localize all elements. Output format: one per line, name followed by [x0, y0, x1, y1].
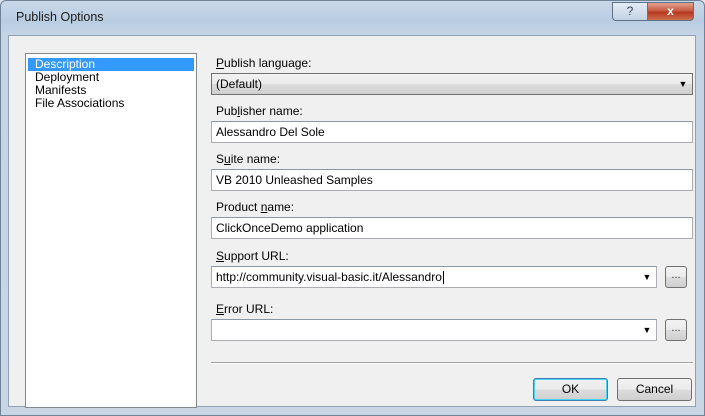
- suite-name-input[interactable]: VB 2010 Unleashed Samples: [211, 169, 693, 191]
- publish-language-label: Publish language:: [216, 56, 312, 70]
- publish-language-value: (Default): [216, 77, 263, 91]
- close-button[interactable]: x: [647, 2, 694, 21]
- product-name-label: Product name:: [216, 200, 295, 214]
- support-url-browse-button[interactable]: ...: [665, 266, 687, 288]
- publish-language-select[interactable]: (Default) ▼: [211, 73, 693, 95]
- support-url-value: http://community.visual-basic.it/Alessan…: [216, 270, 442, 284]
- product-name-input[interactable]: ClickOnceDemo application: [211, 217, 693, 239]
- error-url-label: Error URL:: [216, 302, 274, 316]
- window-title: Publish Options: [16, 10, 104, 24]
- chevron-down-icon: ▼: [678, 79, 688, 89]
- separator: [211, 362, 693, 364]
- cancel-button[interactable]: Cancel: [617, 378, 692, 401]
- support-url-label: Support URL:: [216, 249, 289, 263]
- close-icon: x: [667, 4, 674, 18]
- nav-item-file-associations[interactable]: File Associations: [28, 97, 194, 110]
- publisher-name-input[interactable]: Alessandro Del Sole: [211, 121, 693, 143]
- help-button[interactable]: ?: [612, 2, 648, 21]
- suite-name-label: Suite name:: [216, 152, 281, 166]
- error-url-combo[interactable]: ▼: [211, 319, 657, 341]
- chevron-down-icon[interactable]: ▼: [642, 320, 652, 340]
- text-caret: [442, 271, 444, 285]
- chevron-down-icon[interactable]: ▼: [642, 267, 652, 287]
- options-category-list: Description Deployment Manifests File As…: [25, 53, 197, 408]
- support-url-combo[interactable]: http://community.visual-basic.it/Alessan…: [211, 266, 657, 288]
- ok-button[interactable]: OK: [533, 378, 608, 401]
- title-bar[interactable]: Publish Options ? x: [1, 1, 704, 35]
- error-url-browse-button[interactable]: ...: [665, 319, 687, 341]
- publisher-name-label: Publisher name:: [216, 104, 303, 118]
- publish-options-dialog: Publish Options ? x Description Deployme…: [0, 0, 705, 416]
- help-icon: ?: [626, 4, 634, 18]
